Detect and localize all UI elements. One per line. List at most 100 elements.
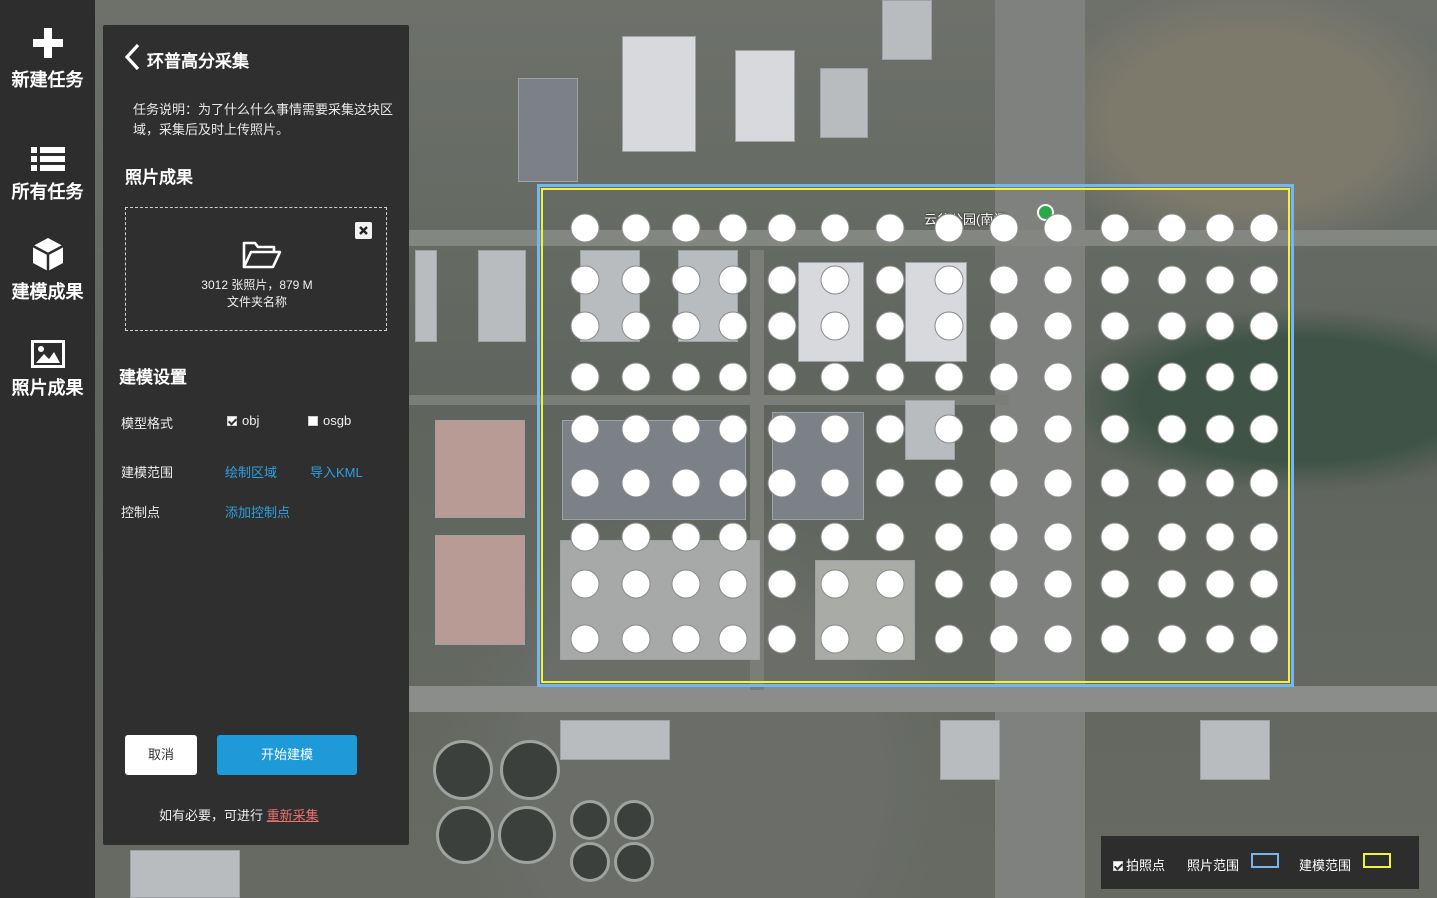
capture-point[interactable] bbox=[718, 569, 748, 599]
capture-point[interactable] bbox=[875, 311, 905, 341]
capture-point[interactable] bbox=[1157, 624, 1187, 654]
capture-point[interactable] bbox=[1249, 311, 1279, 341]
capture-point[interactable] bbox=[1249, 522, 1279, 552]
capture-point[interactable] bbox=[1205, 311, 1235, 341]
capture-point[interactable] bbox=[1205, 624, 1235, 654]
capture-point[interactable] bbox=[1157, 569, 1187, 599]
capture-point[interactable] bbox=[767, 624, 797, 654]
capture-point[interactable] bbox=[875, 624, 905, 654]
capture-point[interactable] bbox=[1205, 265, 1235, 295]
capture-point[interactable] bbox=[989, 522, 1019, 552]
capture-point[interactable] bbox=[934, 311, 964, 341]
capture-point[interactable] bbox=[671, 362, 701, 392]
nav-item-photo-results[interactable]: 照片成果 bbox=[0, 340, 95, 400]
capture-point[interactable] bbox=[934, 265, 964, 295]
capture-point[interactable] bbox=[875, 522, 905, 552]
capture-point[interactable] bbox=[671, 522, 701, 552]
capture-point[interactable] bbox=[718, 522, 748, 552]
capture-point[interactable] bbox=[1100, 624, 1130, 654]
capture-point[interactable] bbox=[1249, 414, 1279, 444]
capture-point[interactable] bbox=[570, 362, 600, 392]
capture-point[interactable] bbox=[570, 414, 600, 444]
capture-point[interactable] bbox=[934, 414, 964, 444]
capture-point[interactable] bbox=[820, 362, 850, 392]
capture-point[interactable] bbox=[1205, 414, 1235, 444]
add-control-point-link[interactable]: 添加控制点 bbox=[225, 502, 290, 521]
capture-point[interactable] bbox=[1249, 624, 1279, 654]
capture-point[interactable] bbox=[767, 265, 797, 295]
capture-point[interactable] bbox=[875, 468, 905, 498]
checkbox[interactable] bbox=[227, 416, 237, 426]
capture-point[interactable] bbox=[671, 414, 701, 444]
capture-point[interactable] bbox=[1043, 624, 1073, 654]
capture-point[interactable] bbox=[671, 213, 701, 243]
capture-point[interactable] bbox=[1100, 522, 1130, 552]
photo-folder-dropzone[interactable]: 3012 张照片，879 M 文件夹名称 bbox=[125, 207, 387, 331]
capture-point[interactable] bbox=[989, 569, 1019, 599]
capture-point[interactable] bbox=[1157, 265, 1187, 295]
capture-point[interactable] bbox=[1043, 468, 1073, 498]
draw-area-link[interactable]: 绘制区域 bbox=[225, 462, 277, 481]
capture-point[interactable] bbox=[767, 213, 797, 243]
capture-point[interactable] bbox=[1157, 468, 1187, 498]
capture-point[interactable] bbox=[570, 569, 600, 599]
capture-point[interactable] bbox=[767, 414, 797, 444]
import-kml-link[interactable]: 导入KML bbox=[310, 462, 363, 481]
capture-point[interactable] bbox=[718, 362, 748, 392]
capture-point[interactable] bbox=[875, 265, 905, 295]
capture-point[interactable] bbox=[1100, 311, 1130, 341]
capture-point[interactable] bbox=[1249, 569, 1279, 599]
capture-point[interactable] bbox=[875, 362, 905, 392]
capture-point[interactable] bbox=[989, 265, 1019, 295]
nav-item-model-results[interactable]: 建模成果 bbox=[0, 236, 95, 304]
capture-point[interactable] bbox=[1157, 362, 1187, 392]
capture-point[interactable] bbox=[820, 311, 850, 341]
capture-point[interactable] bbox=[1249, 468, 1279, 498]
capture-point[interactable] bbox=[621, 362, 651, 392]
capture-point[interactable] bbox=[767, 569, 797, 599]
back-chevron-icon[interactable] bbox=[123, 43, 143, 71]
capture-point[interactable] bbox=[1100, 468, 1130, 498]
capture-point[interactable] bbox=[570, 522, 600, 552]
capture-point[interactable] bbox=[570, 468, 600, 498]
close-icon[interactable] bbox=[355, 222, 372, 239]
checkbox[interactable] bbox=[1113, 858, 1126, 873]
capture-point[interactable] bbox=[671, 468, 701, 498]
capture-point[interactable] bbox=[1205, 213, 1235, 243]
capture-point[interactable] bbox=[820, 624, 850, 654]
capture-point[interactable] bbox=[934, 522, 964, 552]
capture-point[interactable] bbox=[820, 468, 850, 498]
recapture-link[interactable]: 重新采集 bbox=[267, 808, 319, 823]
capture-point[interactable] bbox=[1249, 265, 1279, 295]
capture-point[interactable] bbox=[671, 265, 701, 295]
legend-capture-points-toggle[interactable]: 拍照点 bbox=[1113, 855, 1165, 874]
start-modeling-button[interactable]: 开始建模 bbox=[217, 735, 357, 775]
capture-point[interactable] bbox=[718, 213, 748, 243]
capture-point[interactable] bbox=[570, 311, 600, 341]
capture-point[interactable] bbox=[1043, 213, 1073, 243]
format-option-osgb[interactable]: osgb bbox=[308, 413, 351, 428]
nav-item-all-tasks[interactable]: 所有任务 bbox=[0, 146, 95, 204]
capture-point[interactable] bbox=[1249, 362, 1279, 392]
capture-point[interactable] bbox=[1100, 213, 1130, 243]
capture-point[interactable] bbox=[989, 213, 1019, 243]
cancel-button[interactable]: 取消 bbox=[125, 735, 197, 775]
capture-point[interactable] bbox=[875, 414, 905, 444]
capture-point[interactable] bbox=[570, 213, 600, 243]
capture-point[interactable] bbox=[934, 624, 964, 654]
capture-point[interactable] bbox=[718, 624, 748, 654]
capture-point[interactable] bbox=[1043, 311, 1073, 341]
capture-point[interactable] bbox=[989, 311, 1019, 341]
capture-point[interactable] bbox=[671, 624, 701, 654]
capture-point[interactable] bbox=[1100, 414, 1130, 444]
capture-point[interactable] bbox=[820, 569, 850, 599]
capture-point[interactable] bbox=[820, 414, 850, 444]
checkbox[interactable] bbox=[308, 416, 318, 426]
format-option-obj[interactable]: obj bbox=[227, 413, 259, 428]
capture-point[interactable] bbox=[1100, 362, 1130, 392]
capture-point[interactable] bbox=[671, 311, 701, 341]
capture-point[interactable] bbox=[1249, 213, 1279, 243]
capture-point[interactable] bbox=[1100, 265, 1130, 295]
capture-point[interactable] bbox=[621, 468, 651, 498]
capture-point[interactable] bbox=[934, 569, 964, 599]
